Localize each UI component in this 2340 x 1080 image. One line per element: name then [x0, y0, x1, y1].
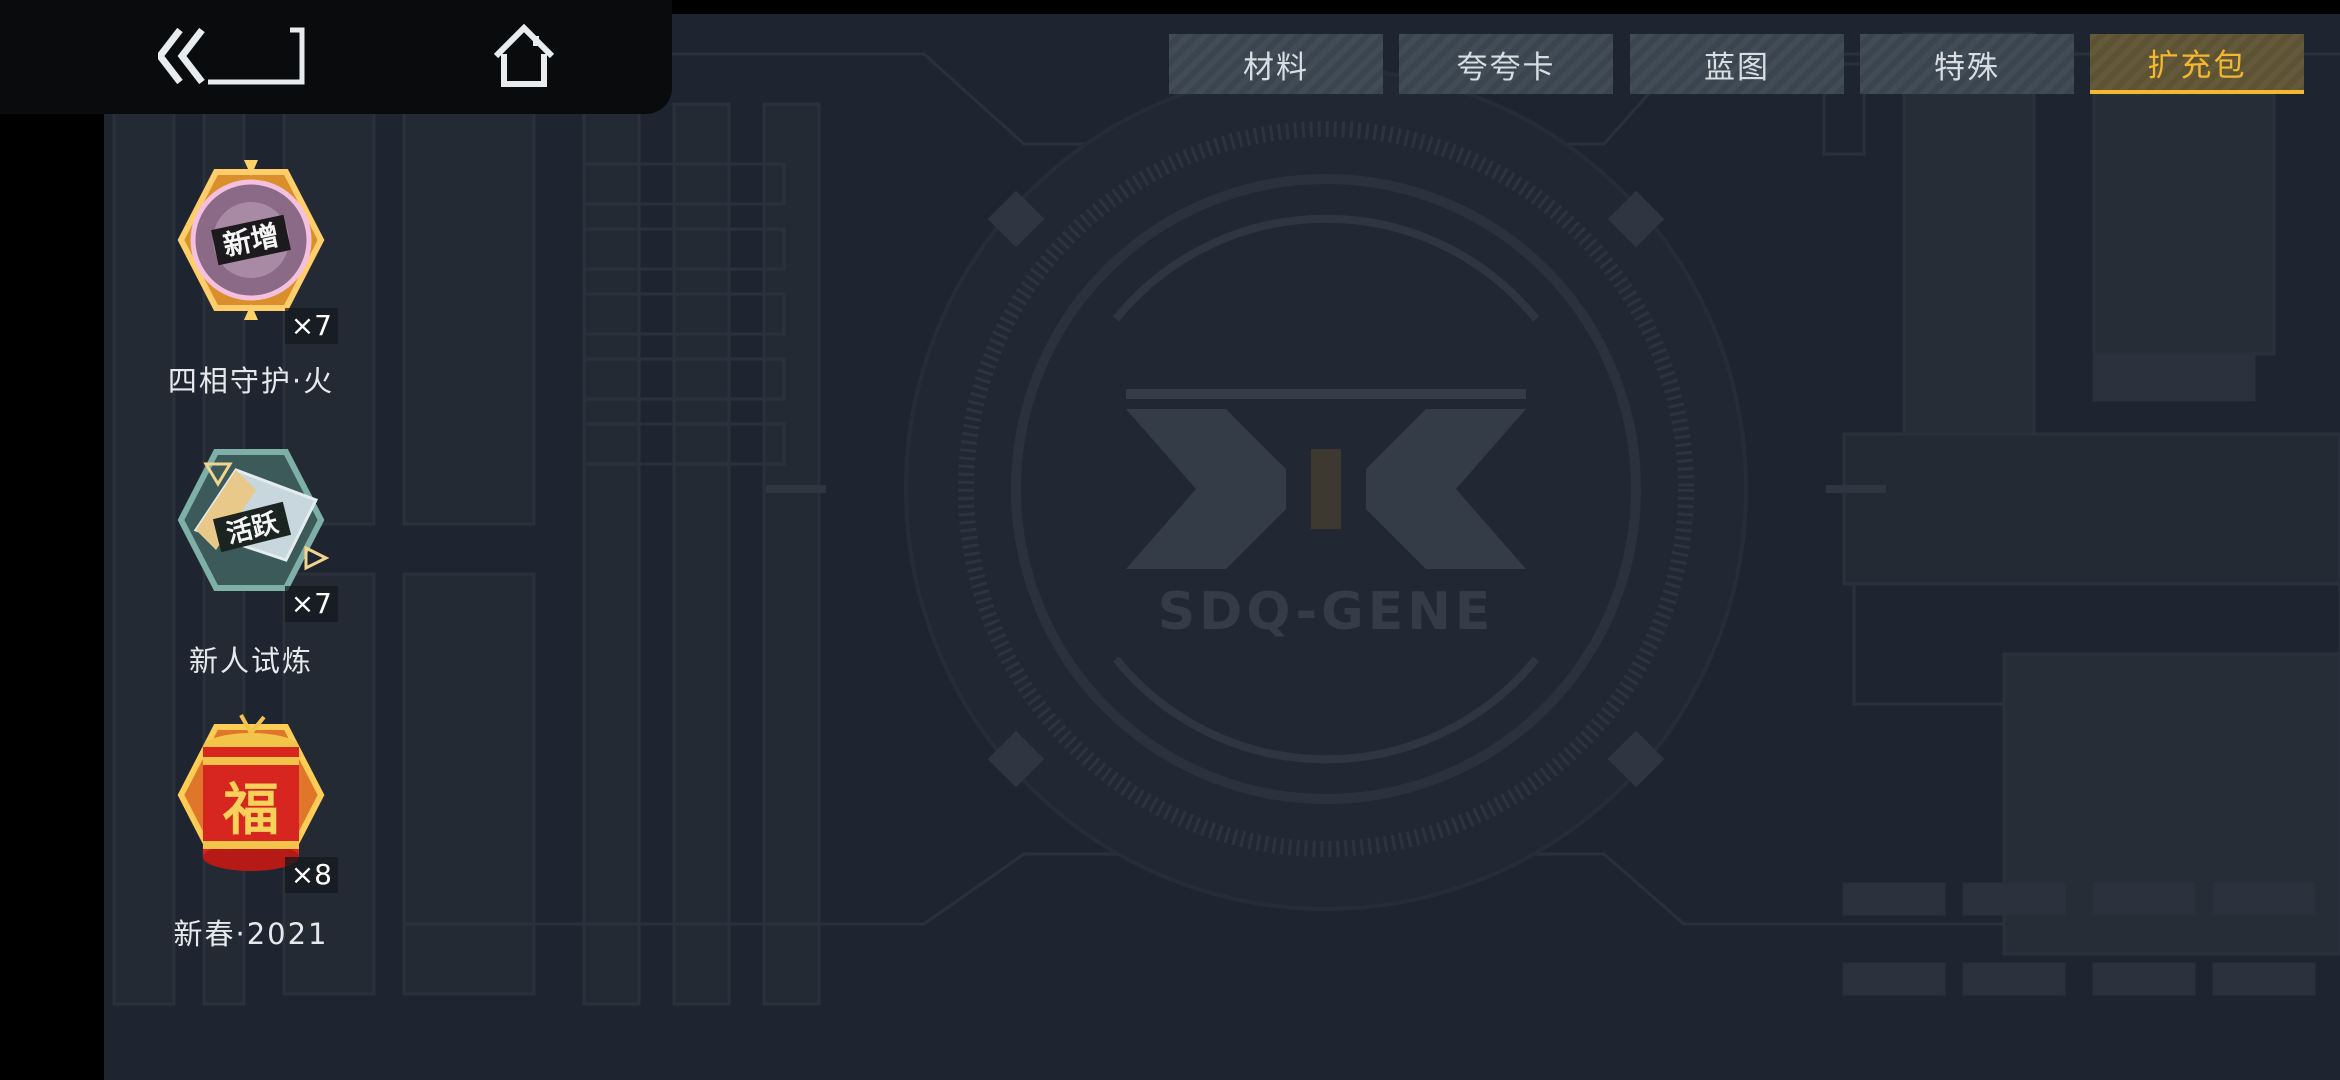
item-name: 新人试炼 [188, 644, 313, 678]
back-button[interactable] [155, 26, 308, 86]
item-name: 新春·2021 [173, 917, 329, 951]
item-count: ×7 [284, 586, 338, 622]
background-circuit: SDQ-GENE [112, 32, 2340, 1006]
tab-blueprints[interactable]: 蓝图 [1630, 34, 1844, 94]
game-screen: SDQ-GENE 材料 夸夸卡 蓝图 特殊 扩充包 新增 ×7 四相守护·火 活… [0, 0, 2340, 1080]
home-button[interactable] [490, 23, 558, 88]
tab-materials[interactable]: 材料 [1169, 34, 1383, 94]
tab-praise-cards[interactable]: 夸夸卡 [1399, 34, 1613, 94]
logo-text: SDQ-GENE [1158, 582, 1495, 642]
firecracker-icon: 福 [177, 714, 325, 871]
item-name: 四相守护·火 [167, 364, 335, 398]
inventory-item[interactable]: 新增 ×7 四相守护·火 [126, 150, 376, 400]
item-count: ×7 [284, 308, 338, 344]
badge-text: 福 [222, 777, 279, 843]
inventory-item[interactable]: 福 ×8 新春·2021 [126, 705, 376, 955]
tab-special[interactable]: 特殊 [1860, 34, 2074, 94]
nav-panel [0, 0, 672, 114]
double-chevron-left-icon [155, 27, 305, 85]
home-icon [493, 23, 555, 87]
tab-expansion-packs[interactable]: 扩充包 [2090, 34, 2304, 94]
item-count: ×8 [284, 857, 338, 893]
left-edge [0, 0, 104, 1080]
inventory-item[interactable]: 活跃 ×7 新人试炼 [126, 430, 376, 680]
card-pack-icon: 新增 [177, 160, 325, 320]
card-pack-icon: 活跃 [177, 449, 330, 591]
